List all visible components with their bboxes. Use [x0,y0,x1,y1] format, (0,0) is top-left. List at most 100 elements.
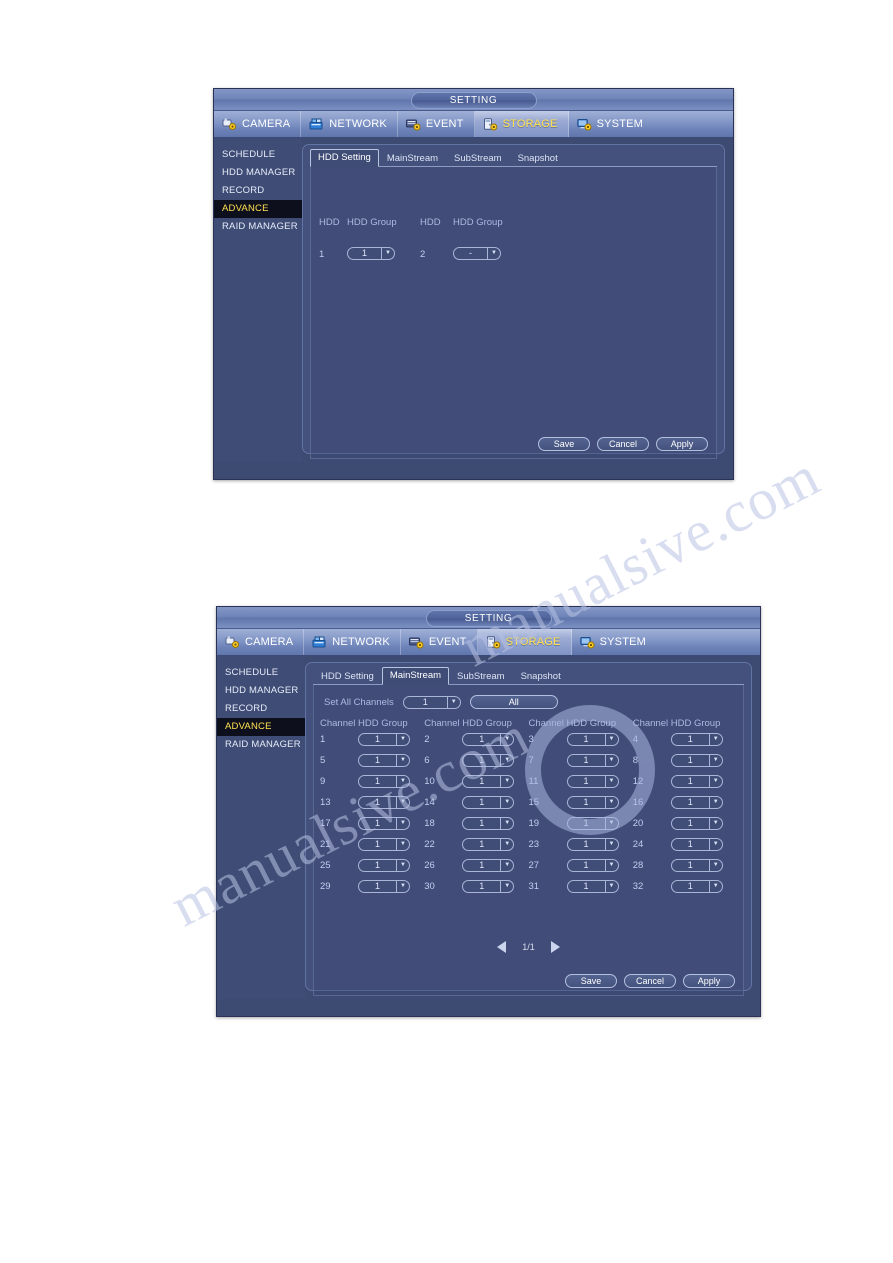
tab-substream[interactable]: SubStream [446,150,510,167]
nav-item-system[interactable]: SYSTEM [572,629,760,655]
channel-hdd-group-select[interactable]: 1 ▼ [566,733,619,746]
channel-number: 27 [528,860,540,871]
channel-hdd-group-value: 1 [374,776,380,786]
tab-snapshot[interactable]: Snapshot [510,150,566,167]
nav-item-storage[interactable]: STORAGE [474,111,569,137]
chevron-down-icon: ▼ [708,839,722,850]
dialog-body: SCHEDULE HDD MANAGER RECORD ADVANCE RAID… [214,138,733,462]
tab-hdd-setting[interactable]: HDD Setting [313,668,382,685]
channel-hdd-group-select[interactable]: 1 ▼ [462,880,515,893]
tab-mainstream[interactable]: MainStream [381,667,450,685]
nav-item-network-label: NETWORK [332,636,390,648]
channel-hdd-group-select[interactable]: 1 ▼ [670,796,723,809]
channel-hdd-group-select[interactable]: 1 ▼ [358,754,410,767]
nav-item-camera[interactable]: CAMERA [214,111,302,137]
sidebar-item-advance[interactable]: ADVANCE [217,718,305,736]
nav-item-event[interactable]: EVENT [401,629,478,655]
tab-mainstream[interactable]: MainStream [379,150,446,167]
chevron-down-icon: ▼ [500,839,513,850]
sidebar-item-advance[interactable]: ADVANCE [214,200,302,218]
nav-item-storage[interactable]: STORAGE [477,629,572,655]
chevron-down-icon: ▼ [500,881,513,892]
tab-substream[interactable]: SubStream [449,668,513,685]
channel-hdd-group-select[interactable]: 1 ▼ [670,754,723,767]
apply-button[interactable]: Apply [683,974,735,988]
hdd-group-select-2-wrap: - ▼ [453,245,501,263]
channel-hdd-group-select[interactable]: 1 ▼ [358,880,410,893]
channel-hdd-group-select[interactable]: 1 ▼ [566,817,619,830]
channel-hdd-group-value: 1 [479,734,485,744]
table-row: 1 1 ▼ 2 1 ▼ 3 1 ▼ 4 1 ▼ [320,729,737,750]
channel-hdd-group-value: 1 [479,860,485,870]
prev-page-icon[interactable] [497,941,507,953]
channel-hdd-group-select[interactable]: 1 ▼ [566,775,619,788]
channel-hdd-group-select[interactable]: 1 ▼ [462,817,515,830]
hdd-group-select-1[interactable]: 1 ▼ [347,247,395,261]
channel-hdd-group-select[interactable]: 1 ▼ [462,733,515,746]
channel-hdd-group-select[interactable]: 1 ▼ [358,838,410,851]
nav-item-network[interactable]: NETWORK [301,111,398,137]
sidebar-item-hdd-manager[interactable]: HDD MANAGER [217,682,305,700]
channel-hdd-group-select[interactable]: 1 ▼ [670,775,723,788]
channel-hdd-group-select[interactable]: 1 ▼ [462,775,515,788]
nav-item-system[interactable]: SYSTEM [569,111,733,137]
channel-hdd-group-select[interactable]: 1 ▼ [462,754,515,767]
channel-hdd-group-select[interactable]: 1 ▼ [566,859,619,872]
system-gear-icon [579,636,595,649]
next-page-icon[interactable] [550,941,560,953]
nav-item-system-label: SYSTEM [596,118,644,130]
channel-cell: 25 1 ▼ [320,859,424,872]
channel-cell: 32 1 ▼ [633,880,737,893]
channel-hdd-group-select[interactable]: 1 ▼ [566,754,619,767]
channel-hdd-group-select[interactable]: 1 ▼ [462,796,515,809]
sidebar-item-schedule[interactable]: SCHEDULE [217,664,305,682]
set-all-channels-select[interactable]: 1 ▼ [402,695,461,709]
sidebar-item-raid-manager[interactable]: RAID MANAGER [214,218,302,236]
channel-hdd-group-select[interactable]: 1 ▼ [566,796,619,809]
apply-button[interactable]: Apply [656,437,708,451]
nav-item-camera[interactable]: CAMERA [217,629,305,655]
sidebar-item-schedule[interactable]: SCHEDULE [214,146,302,164]
channel-number: 32 [632,881,644,892]
channel-hdd-group-select[interactable]: 1 ▼ [358,733,410,746]
chevron-down-icon: ▼ [708,797,722,808]
cancel-button[interactable]: Cancel [597,437,649,451]
chevron-down-icon: ▼ [381,248,394,260]
channel-hdd-group-select[interactable]: 1 ▼ [670,859,723,872]
channel-number: 2 [424,734,430,745]
channel-hdd-group-select[interactable]: 1 ▼ [358,775,410,788]
channel-cell: 4 1 ▼ [633,733,737,746]
channel-hdd-group-select[interactable]: 1 ▼ [566,838,619,851]
channel-cell: 16 1 ▼ [633,796,737,809]
save-button[interactable]: Save [565,974,617,988]
channel-hdd-group-select[interactable]: 1 ▼ [358,796,410,809]
sidebar-item-raid-manager[interactable]: RAID MANAGER [217,736,305,754]
channel-hdd-group-value: 1 [479,797,485,807]
channel-hdd-group-select[interactable]: 1 ▼ [670,817,723,830]
channel-hdd-group-select[interactable]: 1 ▼ [462,859,515,872]
tab-hdd-setting[interactable]: HDD Setting [310,149,379,167]
channel-cell: 21 1 ▼ [320,838,424,851]
sidebar-item-hdd-manager[interactable]: HDD MANAGER [214,164,302,182]
channel-hdd-group-select[interactable]: 1 ▼ [358,859,410,872]
sidebar-item-record[interactable]: RECORD [217,700,305,718]
channel-hdd-group-value: 1 [583,839,589,849]
channel-hdd-group-select[interactable]: 1 ▼ [566,880,619,893]
channel-hdd-group-select[interactable]: 1 ▼ [358,817,410,830]
all-button[interactable]: All [469,695,558,709]
channel-hdd-group-value: 1 [687,734,693,744]
tab-snapshot[interactable]: Snapshot [513,668,569,685]
sidebar-item-record[interactable]: RECORD [214,182,302,200]
network-icon [309,118,324,131]
channel-number: 12 [632,776,644,787]
channel-hdd-group-select[interactable]: 1 ▼ [462,838,515,851]
nav-item-event[interactable]: EVENT [398,111,475,137]
cancel-button[interactable]: Cancel [624,974,676,988]
nav-item-network[interactable]: NETWORK [304,629,401,655]
channel-hdd-group-select[interactable]: 1 ▼ [670,733,723,746]
channel-hdd-group-select[interactable]: 1 ▼ [670,838,723,851]
channel-hdd-group-value: 1 [479,818,485,828]
hdd-group-select-2[interactable]: - ▼ [453,247,501,261]
channel-hdd-group-select[interactable]: 1 ▼ [670,880,723,893]
save-button[interactable]: Save [538,437,590,451]
